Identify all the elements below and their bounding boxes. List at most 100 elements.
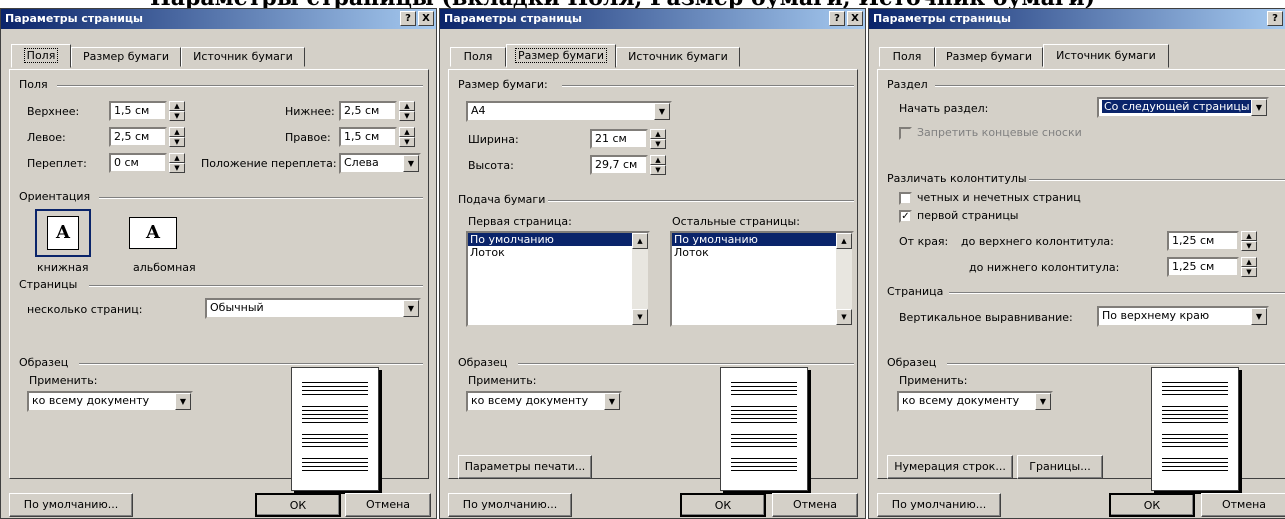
dialog-title: Параметры страницы	[1, 9, 436, 29]
default-button[interactable]: По умолчанию...	[448, 493, 572, 517]
close-button[interactable]: X	[418, 11, 434, 26]
right-margin-label: Правое:	[285, 131, 331, 144]
gutter-spinner[interactable]: ▲ ▼	[169, 153, 185, 173]
odd-even-checkbox[interactable]	[899, 192, 912, 205]
vertical-alignment-select[interactable]: По верхнему краю ▼	[1097, 306, 1269, 327]
apply-to-select[interactable]: ко всему документу ▼	[466, 391, 622, 412]
apply-to-select[interactable]: ко всему документу ▼	[27, 391, 193, 412]
list-item[interactable]: По умолчанию	[468, 233, 648, 246]
paper-source-group-label: Подача бумаги	[458, 193, 550, 207]
right-margin-spinner[interactable]: ▲ ▼	[399, 127, 415, 147]
width-input[interactable]: 21 см	[590, 129, 648, 149]
scrollbar[interactable]: ▲ ▼	[836, 233, 852, 325]
sample-preview	[1151, 367, 1239, 491]
tab-margins[interactable]: Поля	[879, 47, 935, 67]
tab-paper[interactable]: Размер бумаги	[506, 44, 616, 68]
orientation-group-label: Ориентация	[19, 190, 95, 204]
default-button[interactable]: По умолчанию...	[877, 493, 1001, 517]
section-group-label: Раздел	[887, 78, 932, 92]
other-pages-label: Остальные страницы:	[672, 215, 800, 228]
suppress-endnotes-checkbox[interactable]	[899, 127, 912, 140]
ok-button[interactable]: ОК	[255, 493, 341, 517]
default-button[interactable]: По умолчанию...	[9, 493, 133, 517]
cancel-button[interactable]: Отмена	[772, 493, 858, 517]
apply-to-label: Применить:	[468, 374, 537, 387]
list-item[interactable]: По умолчанию	[672, 233, 852, 246]
sample-preview	[291, 367, 379, 491]
width-spinner[interactable]: ▲ ▼	[650, 129, 666, 149]
print-options-button[interactable]: Параметры печати...	[458, 455, 592, 479]
borders-button[interactable]: Границы...	[1017, 455, 1103, 479]
right-margin-input[interactable]: 1,5 см	[339, 127, 397, 147]
tab-margins[interactable]: Поля	[450, 47, 506, 67]
chevron-down-icon[interactable]: ▼	[175, 393, 191, 410]
bottom-margin-input[interactable]: 2,5 см	[339, 101, 397, 121]
suppress-endnotes-label: Запретить концевые сноски	[917, 126, 1082, 139]
cancel-button[interactable]: Отмена	[1201, 493, 1285, 517]
height-spinner[interactable]: ▲ ▼	[650, 155, 666, 175]
tab-layout[interactable]: Источник бумаги	[181, 47, 305, 67]
landscape-orientation-button[interactable]: A	[125, 209, 181, 257]
header-distance-spinner[interactable]: ▲ ▼	[1241, 231, 1257, 251]
page-setup-dialog-margins: Параметры страницы ? X Поля Размер бумаг…	[0, 8, 437, 519]
left-margin-input[interactable]: 2,5 см	[109, 127, 167, 147]
portrait-orientation-button[interactable]: A	[35, 209, 91, 257]
bottom-margin-spinner[interactable]: ▲ ▼	[399, 101, 415, 121]
landscape-page-icon: A	[129, 217, 177, 249]
tab-layout[interactable]: Источник бумаги	[616, 47, 740, 67]
first-page-list[interactable]: По умолчанию Лоток ▲ ▼	[466, 231, 650, 327]
chevron-down-icon[interactable]: ▼	[403, 300, 419, 317]
scrollbar[interactable]: ▲ ▼	[632, 233, 648, 325]
paper-size-group-label: Размер бумаги:	[458, 78, 552, 92]
chevron-down-icon[interactable]: ▼	[1251, 308, 1267, 325]
first-page-checkbox[interactable]: ✓	[899, 210, 912, 223]
apply-to-label: Применить:	[29, 374, 98, 387]
first-page-label: первой страницы	[917, 209, 1019, 222]
list-item[interactable]: Лоток	[468, 246, 648, 259]
help-button[interactable]: ?	[400, 11, 416, 26]
chevron-down-icon[interactable]: ▼	[403, 155, 419, 172]
other-pages-list[interactable]: По умолчанию Лоток ▲ ▼	[670, 231, 854, 327]
header-distance-input[interactable]: 1,25 см	[1167, 231, 1239, 251]
help-button[interactable]: ?	[1267, 11, 1283, 26]
tab-paper[interactable]: Размер бумаги	[71, 47, 181, 67]
page-setup-dialog-layout: Параметры страницы ? Поля Размер бумаги …	[868, 8, 1285, 519]
top-margin-spinner[interactable]: ▲ ▼	[169, 101, 185, 121]
list-item[interactable]: Лоток	[672, 246, 852, 259]
page-group-label: Страница	[887, 285, 948, 299]
top-margin-input[interactable]: 1,5 см	[109, 101, 167, 121]
footer-distance-spinner[interactable]: ▲ ▼	[1241, 257, 1257, 277]
section-start-select[interactable]: Со следующей страницы ▼	[1097, 97, 1269, 118]
chevron-down-icon[interactable]: ▼	[654, 103, 670, 120]
apply-to-select[interactable]: ко всему документу ▼	[897, 391, 1053, 412]
tab-paper[interactable]: Размер бумаги	[935, 47, 1043, 67]
header-distance-label: до верхнего колонтитула:	[961, 235, 1114, 248]
height-label: Высота:	[468, 159, 514, 172]
paper-size-select[interactable]: A4 ▼	[466, 101, 672, 122]
sample-group-label: Образец	[458, 356, 512, 370]
chevron-down-icon[interactable]: ▼	[1251, 99, 1267, 116]
apply-to-label: Применить:	[899, 374, 968, 387]
footer-distance-label: до нижнего колонтитула:	[969, 261, 1120, 274]
line-numbers-button[interactable]: Нумерация строк...	[887, 455, 1013, 479]
gutter-position-select[interactable]: Слева ▼	[339, 153, 421, 174]
gutter-input[interactable]: 0 см	[109, 153, 167, 173]
dialog-title: Параметры страницы	[869, 9, 1285, 29]
tab-layout[interactable]: Источник бумаги	[1043, 44, 1169, 68]
page-setup-dialog-paper: Параметры страницы ? X Поля Размер бумаг…	[439, 8, 866, 519]
left-margin-spinner[interactable]: ▲ ▼	[169, 127, 185, 147]
ok-button[interactable]: ОК	[680, 493, 766, 517]
ok-button[interactable]: ОК	[1109, 493, 1195, 517]
chevron-down-icon[interactable]: ▼	[1035, 393, 1051, 410]
help-button[interactable]: ?	[829, 11, 845, 26]
section-start-label: Начать раздел:	[899, 102, 989, 115]
close-button[interactable]: X	[847, 11, 863, 26]
height-input[interactable]: 29,7 см	[590, 155, 648, 175]
cancel-button[interactable]: Отмена	[345, 493, 431, 517]
multiple-pages-select[interactable]: Обычный ▼	[205, 298, 421, 319]
tab-margins[interactable]: Поля	[11, 44, 71, 68]
left-margin-label: Левое:	[27, 131, 66, 144]
chevron-down-icon[interactable]: ▼	[604, 393, 620, 410]
bottom-margin-label: Нижнее:	[285, 105, 335, 118]
footer-distance-input[interactable]: 1,25 см	[1167, 257, 1239, 277]
